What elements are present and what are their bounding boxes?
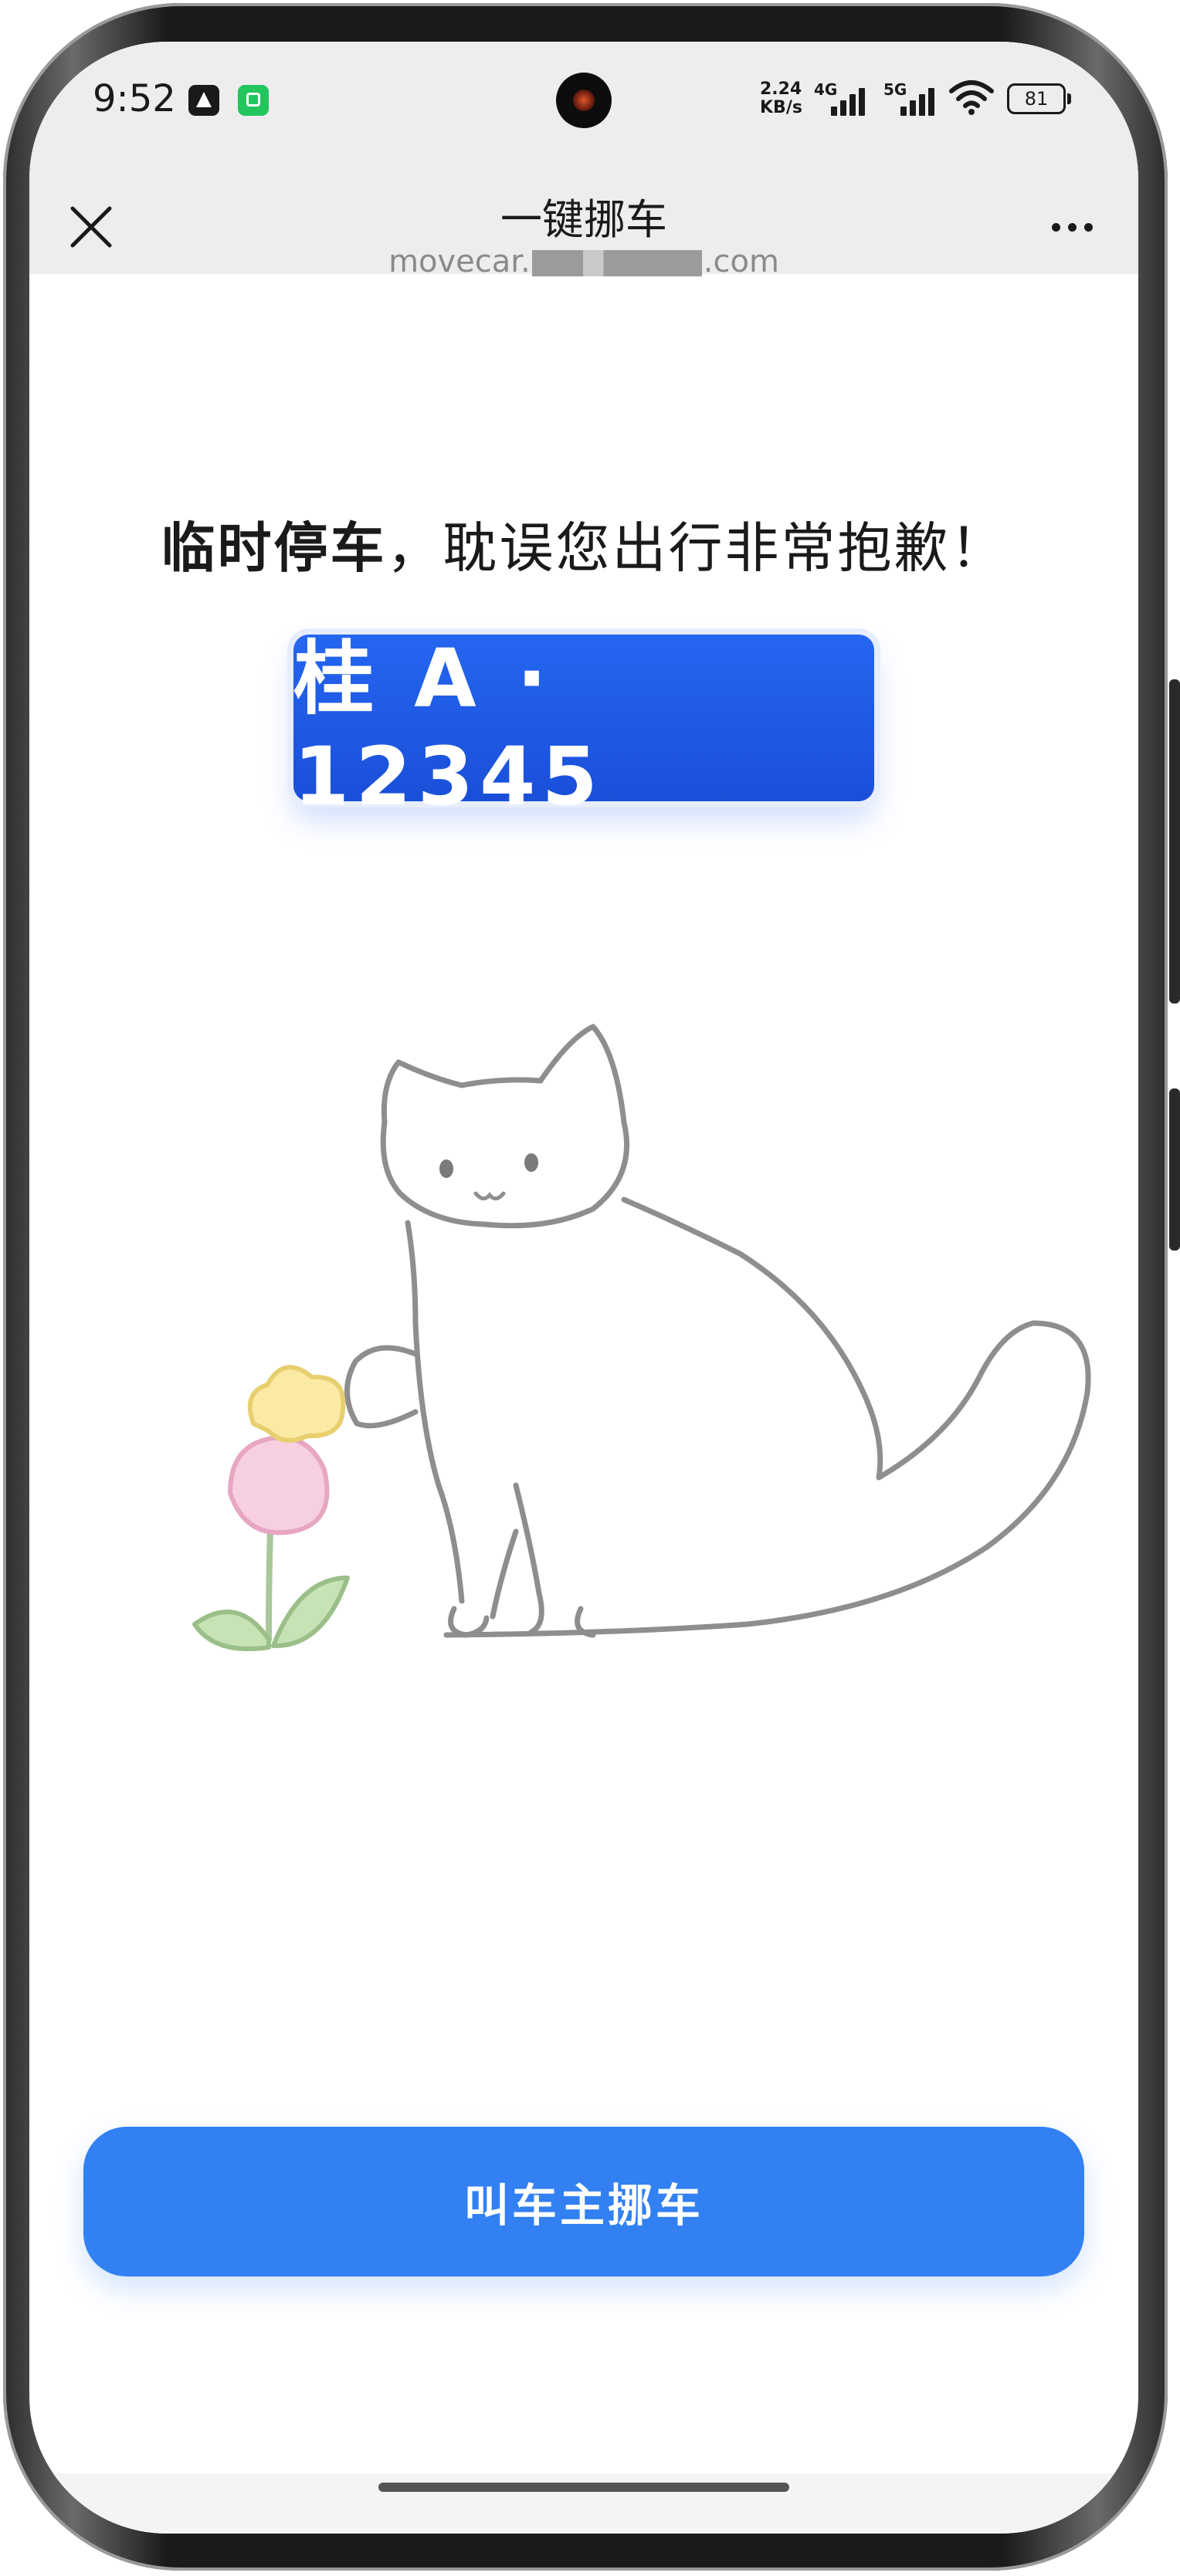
status-time: 9:52 [93,77,176,120]
apology-bold: 临时停车 [161,516,387,580]
network-speed-unit: KB/s [760,98,802,117]
url-prefix: movecar. [388,244,531,279]
network-speed-value: 2.24 [760,80,802,99]
screen: 9:52 2.24 KB/s 4G 5G 81 一键挪车 movecar. .c… [29,42,1138,2534]
more-button[interactable] [1033,196,1110,258]
home-indicator[interactable] [378,2483,789,2492]
header-area: 9:52 2.24 KB/s 4G 5G 81 一键挪车 movecar. .c… [29,42,1138,279]
power-button [1169,1088,1180,1251]
page-url: movecar. .com [352,244,815,279]
front-camera [556,73,612,128]
app-notification-icon-green [238,85,269,116]
signal-bars [831,85,874,116]
battery-icon: 81 [1007,83,1071,114]
more-icon [1051,222,1060,232]
license-plate: 桂 A · 12345 [293,631,874,824]
wifi-icon [949,80,994,115]
notify-owner-button[interactable]: 叫车主挪车 [83,2127,1084,2276]
more-icon-dot [1067,222,1077,232]
phone-frame: 9:52 2.24 KB/s 4G 5G 81 一键挪车 movecar. .c… [0,0,1180,2576]
page-title: 一键挪车 [500,195,667,244]
volume-button [1169,679,1180,1004]
apology-rest: ，耽误您出行非常抱歉！ [386,516,1007,580]
network-speed: 2.24 KB/s [760,80,809,117]
app-notification-icon [188,85,219,116]
url-redaction [531,250,702,276]
apology-message: 临时停车，耽误您出行非常抱歉！ [29,505,1138,583]
more-icon-dot [1083,222,1093,232]
close-button[interactable] [60,196,122,258]
cat-and-flower-illustration [192,1024,1091,1651]
url-suffix: .com [703,244,779,279]
close-icon [70,206,112,248]
signal-bars [900,85,944,116]
